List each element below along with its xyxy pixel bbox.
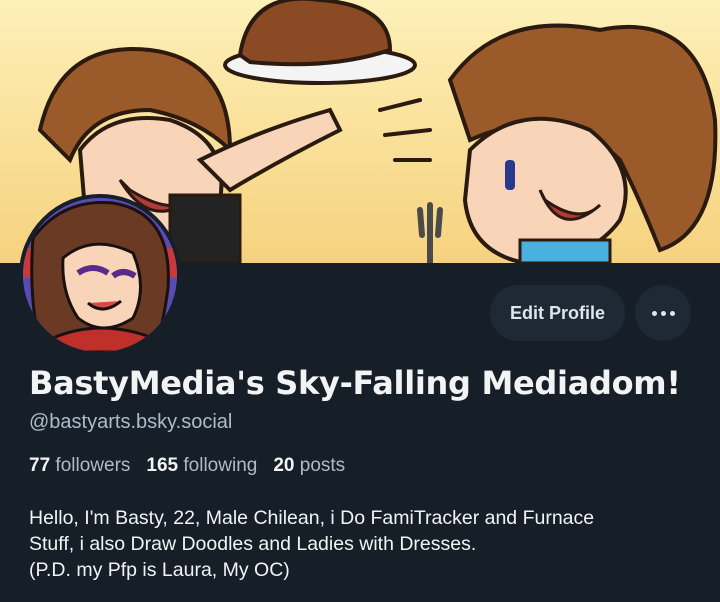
followers-count: 77 <box>29 455 51 476</box>
profile-stats: 77 followers 165 following 20 posts <box>29 455 345 477</box>
following-count: 165 <box>146 455 179 476</box>
avatar[interactable] <box>19 194 181 356</box>
display-name: BastyMedia's Sky-Falling Mediadom! <box>29 364 681 402</box>
bio-line: Hello, I'm Basty, 22, Male Chilean, i Do… <box>29 507 595 529</box>
more-options-button[interactable] <box>635 285 691 341</box>
ellipsis-icon-dot <box>669 310 675 316</box>
followers-label: followers <box>55 455 131 476</box>
profile-bio: Hello, I'm Basty, 22, Male Chilean, i Do… <box>29 505 699 583</box>
ellipsis-icon <box>651 310 657 316</box>
following-stat[interactable]: 165 following <box>146 455 257 477</box>
user-handle: @bastyarts.bsky.social <box>29 411 233 433</box>
bio-line: (P.D. my Pfp is Laura, My OC) <box>29 559 290 581</box>
profile-actions: Edit Profile <box>489 285 691 341</box>
following-label: following <box>183 455 258 476</box>
posts-count: 20 <box>273 455 295 476</box>
posts-label: posts <box>299 455 346 476</box>
posts-stat: 20 posts <box>273 455 345 477</box>
followers-stat[interactable]: 77 followers <box>29 455 130 477</box>
edit-profile-button[interactable]: Edit Profile <box>489 285 625 341</box>
avatar-illustration <box>23 198 177 352</box>
bio-line: Stuff, i also Draw Doodles and Ladies wi… <box>29 533 477 555</box>
ellipsis-icon-dot <box>660 310 666 316</box>
